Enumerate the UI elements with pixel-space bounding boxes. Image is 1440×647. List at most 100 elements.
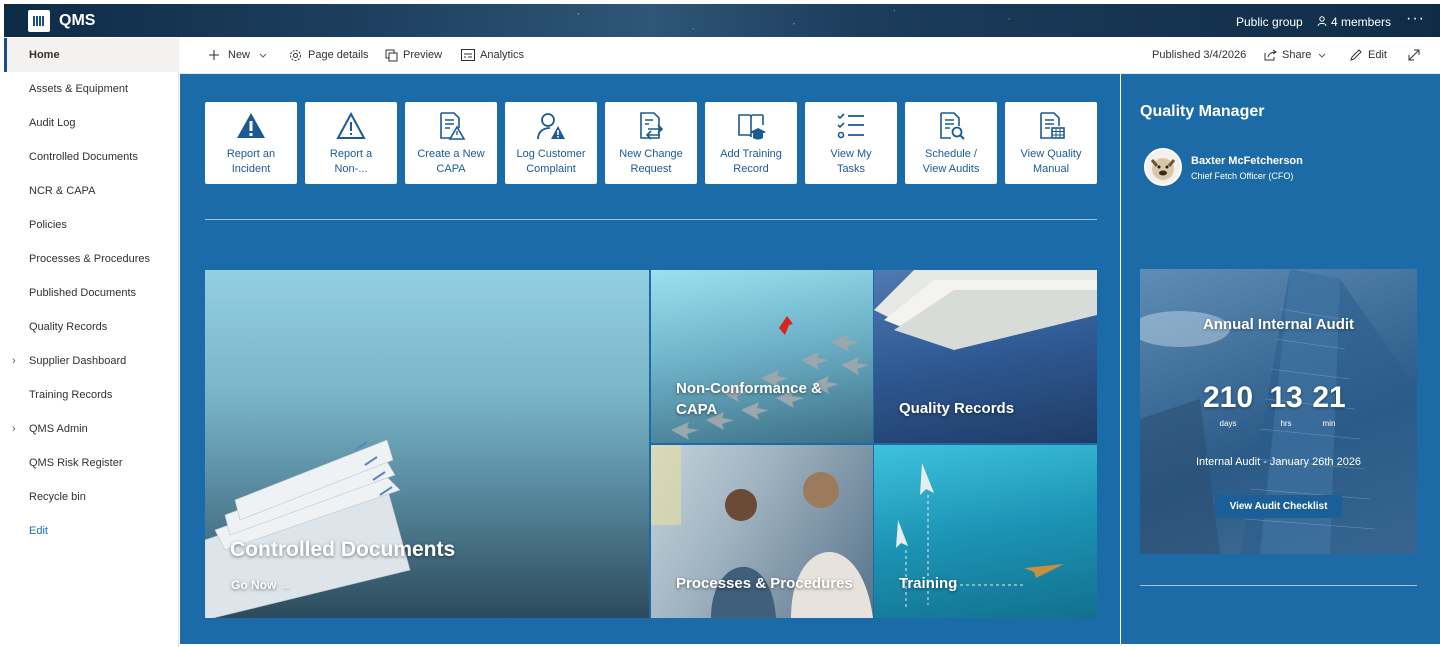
nav-item-label: Supplier Dashboard <box>29 355 127 367</box>
nav-item-label: Recycle bin <box>29 491 86 503</box>
quicklink-change-request[interactable]: New Change Request <box>605 102 697 184</box>
nav-item-audit-log[interactable]: Audit Log <box>4 106 179 140</box>
folders-image <box>874 270 1097 350</box>
chevron-right-icon[interactable]: › <box>12 344 16 378</box>
quicklink-label: View My Tasks <box>830 148 872 175</box>
left-navigation: Home Assets & Equipment Audit Log Contro… <box>4 37 179 647</box>
audit-title: Annual Internal Audit <box>1202 316 1355 333</box>
document-arrows-icon <box>640 112 664 140</box>
quicklink-quality-manual[interactable]: View Quality Manual <box>1005 102 1097 184</box>
nav-item-training-records[interactable]: Training Records <box>4 378 179 412</box>
nav-item-label: Home <box>29 49 60 61</box>
chevron-right-icon[interactable]: › <box>12 412 16 446</box>
quicklink-label: Add Training Record <box>720 148 782 175</box>
nav-item-policies[interactable]: Policies <box>4 208 179 242</box>
hero-quality-records[interactable]: Quality Records <box>874 270 1097 443</box>
hero-title: Controlled Documents <box>230 538 456 561</box>
quicklink-report-incident[interactable]: Report an Incident <box>205 102 297 184</box>
document-table-icon <box>1040 112 1065 139</box>
book-cap-icon <box>738 114 766 140</box>
hero-title: Quality Records <box>899 400 1015 417</box>
analytics-button[interactable]: Analytics <box>480 49 524 61</box>
warning-outline-icon <box>336 111 366 139</box>
edit-button[interactable]: Edit <box>1368 49 1387 61</box>
members-button[interactable]: 4 members <box>1331 15 1391 29</box>
countdown-minutes: 21 <box>1312 381 1346 414</box>
people-image <box>651 445 873 618</box>
view-audit-checklist-button[interactable]: View Audit Checklist <box>1215 495 1342 518</box>
main-canvas: Report an Incident Report a Non-... Create… <box>180 74 1120 644</box>
nav-item-label: Processes & Procedures <box>29 253 151 265</box>
countdown-minutes-label: min <box>1322 419 1336 428</box>
quicklink-label: Report a Non-... <box>329 148 373 175</box>
expand-icon[interactable] <box>1408 49 1420 61</box>
quicklink-log-complaint[interactable]: Log Customer Complaint <box>505 102 597 184</box>
site-title[interactable]: QMS <box>59 12 95 30</box>
page-details-button[interactable]: Page details <box>308 49 369 61</box>
document-warning-icon <box>440 112 466 140</box>
avatar[interactable] <box>1144 148 1182 186</box>
new-button[interactable]: New <box>228 49 250 61</box>
nav-item-quality-records[interactable]: Quality Records <box>4 310 179 344</box>
person-role: Chief Fetch Officer (CFO) <box>1191 171 1294 181</box>
nav-item-assets-equipment[interactable]: Assets & Equipment <box>4 72 179 106</box>
quicklink-create-capa[interactable]: Create a New CAPA <box>405 102 497 184</box>
countdown-days: 210 <box>1202 381 1254 414</box>
site-logo[interactable] <box>28 10 50 32</box>
nav-item-label: Assets & Equipment <box>29 83 129 95</box>
sidebar-divider <box>1140 585 1417 586</box>
nav-item-qms-risk-register[interactable]: QMS Risk Register <box>4 446 179 480</box>
section-divider <box>205 219 1097 220</box>
person-name[interactable]: Baxter McFetcherson <box>1191 155 1303 167</box>
nav-item-label: Controlled Documents <box>29 151 138 163</box>
quicklink-label: Report an Incident <box>226 148 276 175</box>
dog-avatar-image <box>1150 158 1176 180</box>
chevron-down-icon[interactable] <box>1318 53 1326 59</box>
nav-item-recycle-bin[interactable]: Recycle bin <box>4 480 179 514</box>
nav-item-label: QMS Admin <box>29 423 88 435</box>
quicklink-label: Schedule / View Audits <box>922 148 980 175</box>
nav-item-qms-admin[interactable]: › QMS Admin <box>4 412 179 446</box>
nav-item-label: NCR & CAPA <box>29 185 96 197</box>
go-now-label: Go Now <box>231 578 277 592</box>
group-type-label: Public group <box>1236 15 1303 29</box>
quicklink-label: View Quality Manual <box>1020 148 1082 175</box>
share-button[interactable]: Share <box>1282 49 1311 61</box>
quicklink-view-tasks[interactable]: View My Tasks <box>805 102 897 184</box>
nav-item-published-documents[interactable]: Published Documents <box>4 276 179 310</box>
published-status: Published 3/4/2026 <box>1152 49 1247 61</box>
chevron-down-icon[interactable] <box>259 53 267 59</box>
nav-item-ncr-capa[interactable]: NCR & CAPA <box>4 174 179 208</box>
task-list-icon <box>837 113 864 139</box>
nav-item-supplier-dashboard[interactable]: › Supplier Dashboard <box>4 344 179 378</box>
quicklink-label: Log Customer Complaint <box>516 148 586 175</box>
quicklink-add-training[interactable]: Add Training Record <box>705 102 797 184</box>
hero-ncr-capa[interactable]: Non-Conformance & CAPA <box>651 270 873 443</box>
nav-item-label: Edit <box>29 525 48 537</box>
nav-edit-link[interactable]: Edit <box>4 514 179 548</box>
hero-training[interactable]: Training <box>874 445 1097 618</box>
preview-button[interactable]: Preview <box>403 49 442 61</box>
audit-countdown-card: Annual Internal Audit 210 13 21 days hrs… <box>1140 269 1417 554</box>
hero-controlled-documents[interactable]: Controlled Documents Go Now → <box>205 270 649 618</box>
quality-manager-heading: Quality Manager <box>1140 103 1265 120</box>
quicklink-schedule-audits[interactable]: Schedule / View Audits <box>905 102 997 184</box>
nav-item-label: QMS Risk Register <box>29 457 123 469</box>
go-now-link[interactable]: Go Now → <box>231 578 292 592</box>
hero-processes-procedures[interactable]: Processes & Procedures <box>651 445 873 618</box>
countdown-days-label: days <box>1219 419 1237 428</box>
audit-date: Internal Audit - January 26th 2026 <box>1195 456 1362 468</box>
arrow-right-icon: → <box>279 578 292 592</box>
quicklink-report-nonconformance[interactable]: Report a Non-... <box>305 102 397 184</box>
nav-item-label: Published Documents <box>29 287 137 299</box>
members-icon <box>1317 16 1327 26</box>
more-options-icon[interactable]: ··· <box>1406 10 1425 28</box>
analytics-icon <box>461 49 475 61</box>
paper-planes-image <box>896 463 1064 610</box>
nav-item-controlled-documents[interactable]: Controlled Documents <box>4 140 179 174</box>
warning-icon <box>237 113 265 138</box>
quicklink-label: New Change Request <box>619 148 683 175</box>
nav-item-home[interactable]: Home <box>4 38 179 72</box>
nav-item-processes-procedures[interactable]: Processes & Procedures <box>4 242 179 276</box>
share-icon <box>1264 49 1277 61</box>
